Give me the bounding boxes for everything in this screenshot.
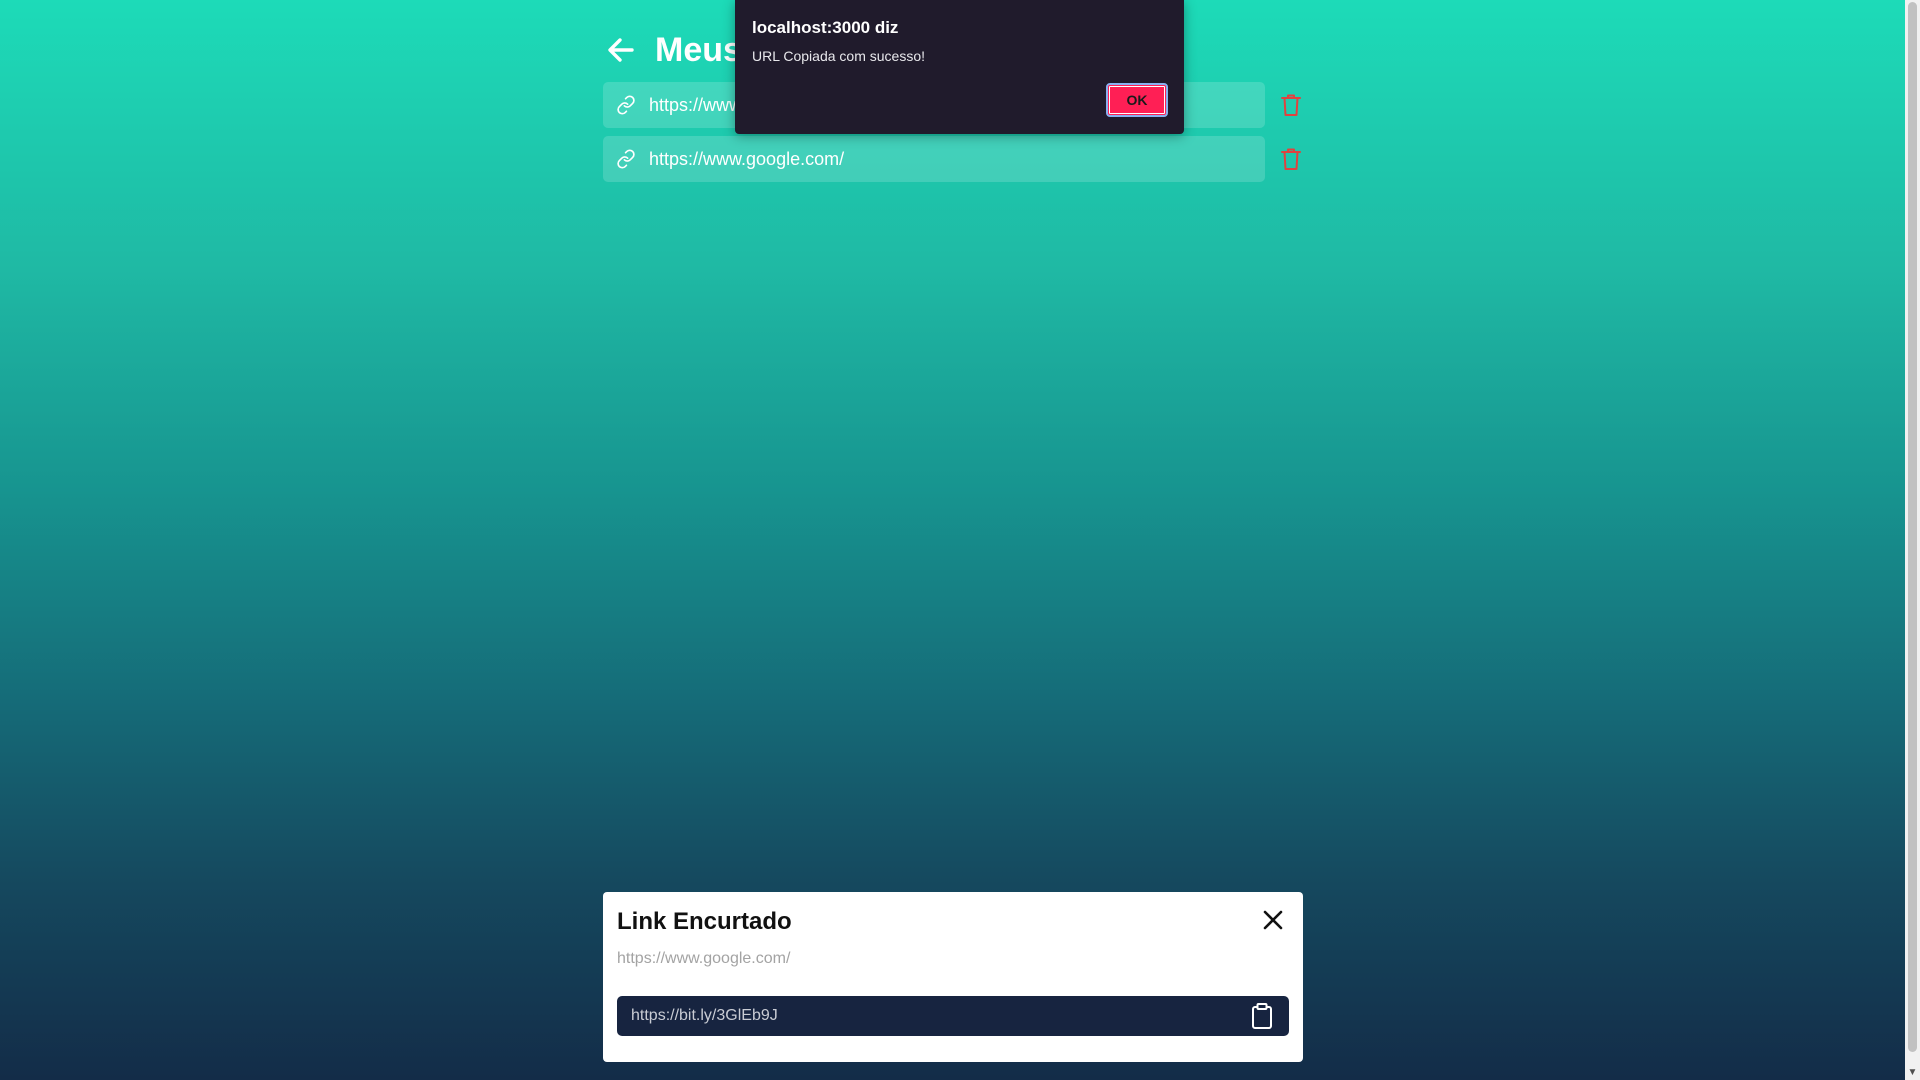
trash-icon[interactable] [1279, 146, 1303, 172]
scrollbar-thumb[interactable] [1908, 2, 1917, 1052]
original-url: https://www.google.com/ [617, 950, 791, 967]
alert-title: localhost:3000 diz [752, 18, 899, 37]
short-url-box[interactable]: https://bit.ly/3GlEb9J [617, 996, 1289, 1036]
modal-title: Link Encurtado [617, 908, 792, 935]
alert-message: URL Copiada com sucesso! [752, 48, 926, 64]
link-icon [615, 148, 637, 170]
link-url: https://www.google.com/ [649, 148, 845, 169]
alert-dialog: localhost:3000 diz URL Copiada com suces… [735, 0, 1184, 134]
link-icon [615, 94, 637, 116]
close-icon[interactable] [1259, 906, 1287, 934]
clipboard-icon[interactable] [1249, 1001, 1275, 1031]
trash-icon[interactable] [1279, 92, 1303, 118]
shortened-link-modal: Link Encurtado https://www.google.com/ h… [603, 892, 1303, 1062]
short-url: https://bit.ly/3GlEb9J [631, 1007, 778, 1024]
ok-button[interactable]: OK [1106, 83, 1168, 117]
scroll-down-arrow-icon[interactable]: ▼ [1907, 1067, 1918, 1078]
page-scrollbar[interactable]: ▼ [1905, 0, 1920, 1080]
link-item-button[interactable]: https://www.google.com/ [603, 136, 1265, 182]
arrow-left-icon[interactable] [603, 32, 639, 68]
list-item: https://www.google.com/ [603, 136, 1303, 182]
